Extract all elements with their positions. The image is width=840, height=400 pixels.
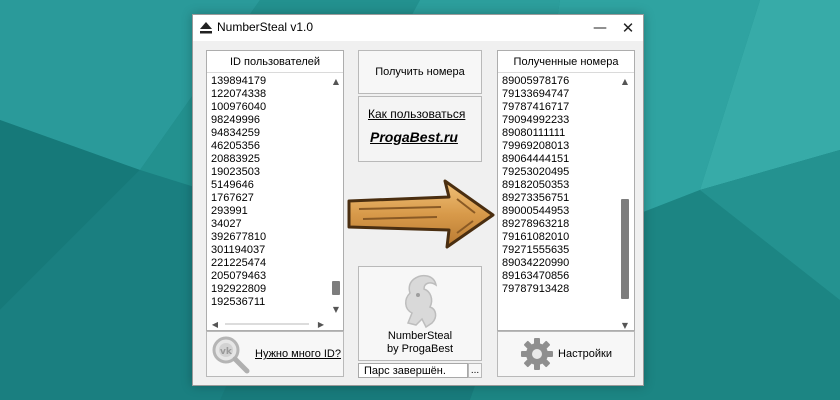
list-item[interactable]: 79253020495 <box>502 166 622 179</box>
list-item[interactable]: 100976040 <box>211 101 331 114</box>
scroll-thumb[interactable] <box>332 281 340 295</box>
scroll-right-arrow-icon[interactable]: ▶ <box>315 318 327 330</box>
list-item[interactable]: 89273356751 <box>502 192 622 205</box>
browse-button[interactable]: ... <box>468 363 482 378</box>
scroll-up-arrow-icon[interactable]: ▲ <box>329 75 343 87</box>
received-numbers-listbox[interactable]: Полученные номера 89005978176 79133694747… <box>497 50 635 331</box>
user-ids-vertical-scrollbar[interactable]: ▲ ▼ <box>329 75 343 315</box>
big-arrow-right-icon <box>347 179 495 249</box>
logo-box: NumberSteal by ProgaBest <box>358 266 482 361</box>
close-button[interactable]: ✕ <box>615 15 641 41</box>
list-item[interactable]: 205079463 <box>211 270 331 283</box>
minimize-button[interactable]: — <box>587 15 613 41</box>
progabest-goat-logo-icon <box>405 274 438 329</box>
list-item[interactable]: 1767627 <box>211 192 331 205</box>
received-numbers-header: Полученные номера <box>498 51 634 73</box>
get-numbers-button[interactable]: Получить номера <box>358 50 482 94</box>
list-item[interactable]: 79271555635 <box>502 244 622 257</box>
scroll-down-arrow-icon[interactable]: ▼ <box>618 319 632 331</box>
list-item[interactable]: 89034220990 <box>502 257 622 270</box>
scroll-thumb[interactable] <box>621 199 629 299</box>
list-item[interactable]: 221225474 <box>211 257 331 270</box>
list-item[interactable]: 19023503 <box>211 166 331 179</box>
list-item[interactable]: 139894179 <box>211 75 331 88</box>
list-item[interactable]: 89182050353 <box>502 179 622 192</box>
user-ids-list[interactable]: 139894179 122074338 100976040 98249996 94834… <box>211 75 331 309</box>
list-item[interactable]: 5149646 <box>211 179 331 192</box>
list-item[interactable]: 122074338 <box>211 88 331 101</box>
list-item[interactable]: 392677810 <box>211 231 331 244</box>
list-item[interactable]: 79094992233 <box>502 114 622 127</box>
list-item[interactable]: 89080111111 <box>502 127 622 140</box>
numbers-vertical-scrollbar[interactable]: ▲ ▼ <box>618 75 632 331</box>
logo-title: NumberSteal <box>387 330 453 342</box>
scroll-up-arrow-icon[interactable]: ▲ <box>618 75 632 87</box>
title-bar[interactable]: NumberSteal v1.0 — ✕ <box>193 15 643 41</box>
list-item[interactable]: 98249996 <box>211 114 331 127</box>
how-to-use-link[interactable]: Как пользоваться <box>368 107 465 121</box>
list-item[interactable]: 89000544953 <box>502 205 622 218</box>
received-numbers-list[interactable]: 89005978176 79133694747 79787416717 7909499… <box>502 75 622 296</box>
need-many-ids-label: Нужно много ID? <box>255 348 341 360</box>
user-ids-listbox[interactable]: ID пользователей 139894179 122074338 10097… <box>206 50 344 331</box>
list-item[interactable]: 79969208013 <box>502 140 622 153</box>
list-item[interactable]: 89278963218 <box>502 218 622 231</box>
list-item[interactable]: 46205356 <box>211 140 331 153</box>
scroll-left-arrow-icon[interactable]: ◀ <box>209 318 221 330</box>
user-ids-header: ID пользователей <box>207 51 343 73</box>
scroll-down-arrow-icon[interactable]: ▼ <box>329 303 343 315</box>
list-item[interactable]: 79787416717 <box>502 101 622 114</box>
list-item[interactable]: 89163470856 <box>502 270 622 283</box>
list-item[interactable]: 79787913428 <box>502 283 622 296</box>
list-item[interactable]: 301194037 <box>211 244 331 257</box>
list-item[interactable]: 192536711 <box>211 296 331 309</box>
links-box: Как пользоваться ProgaBest.ru <box>358 96 482 162</box>
list-item[interactable]: 20883925 <box>211 153 331 166</box>
list-item[interactable]: 89005978176 <box>502 75 622 88</box>
get-numbers-label: Получить номера <box>375 66 465 78</box>
browse-label: ... <box>470 365 480 376</box>
settings-button[interactable]: Настройки <box>497 331 635 377</box>
app-logo-icon <box>200 22 212 34</box>
list-item[interactable]: 34027 <box>211 218 331 231</box>
status-text: Парс завершён. <box>364 365 446 377</box>
magnifier-vk-icon: vk <box>212 336 250 374</box>
svg-text:vk: vk <box>220 347 233 357</box>
need-many-ids-button[interactable]: vk Нужно много ID? <box>206 331 344 377</box>
list-item[interactable]: 293991 <box>211 205 331 218</box>
list-item[interactable]: 89064444151 <box>502 153 622 166</box>
list-item[interactable]: 94834259 <box>211 127 331 140</box>
progabest-site-link[interactable]: ProgaBest.ru <box>370 129 458 145</box>
list-item[interactable]: 79133694747 <box>502 88 622 101</box>
user-ids-horizontal-scrollbar[interactable]: ◀ ▶ <box>209 318 327 330</box>
list-item[interactable]: 79161082010 <box>502 231 622 244</box>
gear-icon <box>521 338 554 370</box>
window-title: NumberSteal v1.0 <box>217 20 314 34</box>
list-item[interactable]: 192922809 <box>211 283 331 296</box>
logo-subtitle: by ProgaBest <box>386 343 454 355</box>
settings-label: Настройки <box>558 348 612 360</box>
status-field: Парс завершён. <box>358 363 468 378</box>
app-window: NumberSteal v1.0 — ✕ ID пользователей 13… <box>192 14 644 386</box>
